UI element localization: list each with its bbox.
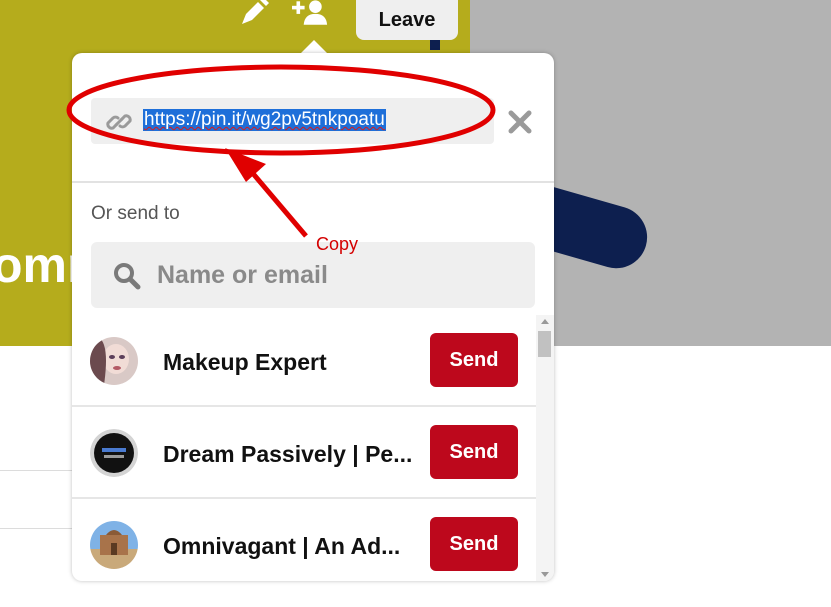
send-button[interactable]: Send xyxy=(430,425,518,479)
contact-name: Dream Passively | Pe... xyxy=(163,441,413,467)
link-icon xyxy=(106,114,132,130)
close-icon[interactable] xyxy=(505,107,535,137)
avatar xyxy=(90,337,138,385)
divider xyxy=(0,470,72,471)
contact-list-scrollbar[interactable] xyxy=(536,315,554,581)
search-icon xyxy=(114,263,141,290)
divider xyxy=(0,528,72,529)
send-button[interactable]: Send xyxy=(430,517,518,571)
contact-name: Omnivagant | An Ad... xyxy=(163,533,401,559)
screen: omn Leave https://pin.it/wg2pv5tnkpoatu xyxy=(0,0,831,607)
annotation-copy-label: Copy xyxy=(316,234,359,254)
list-item: Omnivagant | An Ad... Send xyxy=(72,499,536,581)
scroll-up-arrow-icon[interactable] xyxy=(541,319,549,324)
pencil-icon[interactable] xyxy=(238,0,274,26)
scroll-thumb[interactable] xyxy=(538,331,551,357)
share-link-url[interactable]: https://pin.it/wg2pv5tnkpoatu xyxy=(143,109,386,131)
avatar xyxy=(90,521,138,569)
add-user-icon[interactable] xyxy=(292,0,328,26)
share-link-field[interactable]: https://pin.it/wg2pv5tnkpoatu xyxy=(91,98,494,144)
send-button[interactable]: Send xyxy=(430,333,518,387)
share-popover: https://pin.it/wg2pv5tnkpoatu Or send to xyxy=(72,53,554,581)
recipient-search-field[interactable] xyxy=(91,242,535,308)
recipient-search-input[interactable] xyxy=(157,254,517,296)
contact-list[interactable]: Makeup Expert Send Dream Passively | Pe.… xyxy=(72,315,536,581)
list-item: Dream Passively | Pe... Send xyxy=(72,407,536,499)
contact-name: Makeup Expert xyxy=(163,349,327,375)
leave-button[interactable]: Leave xyxy=(356,0,458,40)
scroll-down-arrow-icon[interactable] xyxy=(541,572,549,577)
section-divider xyxy=(72,181,554,183)
popover-caret xyxy=(300,40,328,54)
list-item: Makeup Expert Send xyxy=(72,315,536,407)
or-send-to-label: Or send to xyxy=(91,203,180,224)
avatar xyxy=(90,429,138,477)
